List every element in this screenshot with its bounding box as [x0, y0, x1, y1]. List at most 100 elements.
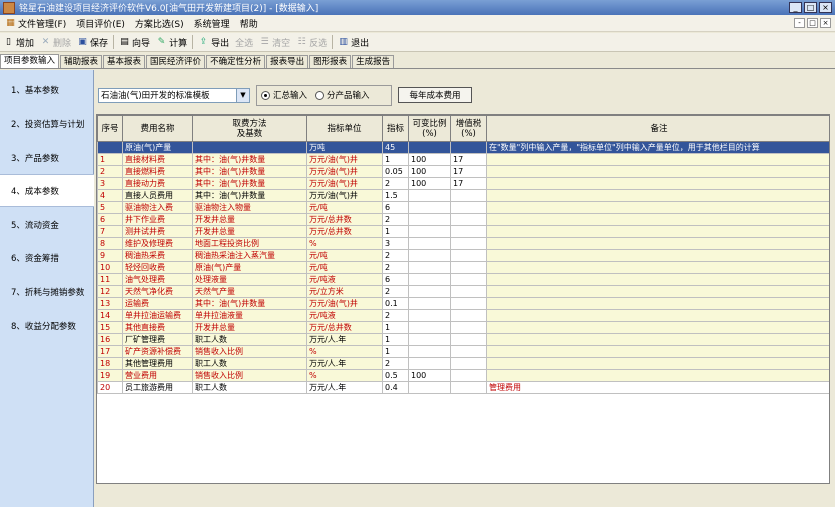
close-button[interactable]: ×	[819, 2, 832, 13]
value-cell[interactable]: 0.05	[382, 165, 409, 178]
unit-cell[interactable]: %	[306, 369, 383, 382]
value-cell[interactable]: 2	[382, 249, 409, 262]
variable-cell[interactable]: 100	[408, 153, 451, 166]
variable-cell[interactable]	[408, 213, 451, 226]
method-cell[interactable]: 职工人数	[192, 333, 307, 346]
production-row[interactable]: 原油(气)产量 万吨 45 在"数量"列中输入产量，"指标单位"列中输入产量单位，用于…	[97, 141, 829, 154]
method-cell[interactable]: 处理液量	[192, 273, 307, 286]
seq-cell[interactable]: 20	[97, 381, 123, 394]
vat-cell[interactable]	[450, 321, 487, 334]
name-cell[interactable]: 员工旅游费用	[122, 381, 193, 394]
remark-cell[interactable]	[486, 285, 829, 298]
remark-cell[interactable]: 在"数量"列中输入产量，"指标单位"列中输入产量单位，用于其他栏目的计算	[486, 141, 829, 154]
table-row[interactable]: 10 轻烃回收费 原油(气)产量 元/吨 2	[97, 261, 829, 274]
seq-cell[interactable]: 7	[97, 225, 123, 238]
value-cell[interactable]: 2	[382, 177, 409, 190]
vat-cell[interactable]: 17	[450, 153, 487, 166]
value-cell[interactable]: 2	[382, 309, 409, 322]
value-cell[interactable]: 6	[382, 273, 409, 286]
vat-cell[interactable]	[450, 141, 487, 154]
unit-cell[interactable]: 万元/油(气)井	[306, 177, 383, 190]
value-cell[interactable]: 0.4	[382, 381, 409, 394]
unit-cell[interactable]: 万元/总井数	[306, 213, 383, 226]
value-cell[interactable]: 1	[382, 333, 409, 346]
table-row[interactable]: 16 厂矿管理费 职工人数 万元/人.年 1	[97, 333, 829, 346]
unit-cell[interactable]: 万元/总井数	[306, 321, 383, 334]
table-row[interactable]: 20 员工旅游费用 职工人数 万元/人.年 0.4 管理费用	[97, 381, 829, 394]
remark-cell[interactable]	[486, 321, 829, 334]
value-cell[interactable]: 6	[382, 201, 409, 214]
method-cell[interactable]: 天然气产量	[192, 285, 307, 298]
minimize-button[interactable]: _	[789, 2, 802, 13]
name-cell[interactable]: 直接动力费	[122, 177, 193, 190]
value-cell[interactable]: 0.5	[382, 369, 409, 382]
menu-system[interactable]: 系统管理	[189, 17, 235, 30]
vat-cell[interactable]	[450, 333, 487, 346]
radio-summary-input[interactable]: 汇总输入	[261, 89, 307, 101]
tab-aux-reports[interactable]: 辅助报表	[60, 55, 103, 68]
value-cell[interactable]: 1	[382, 225, 409, 238]
name-cell[interactable]: 单井拉油运输费	[122, 309, 193, 322]
table-row[interactable]: 14 单井拉油运输费 单井拉油液量 元/吨液 2	[97, 309, 829, 322]
table-row[interactable]: 12 天然气净化费 天然气产量 元/立方米 2	[97, 285, 829, 298]
method-cell[interactable]: 其中：油(气)井数量	[192, 177, 307, 190]
name-cell[interactable]: 天然气净化费	[122, 285, 193, 298]
vat-cell[interactable]: 17	[450, 165, 487, 178]
remark-cell[interactable]	[486, 345, 829, 358]
unit-cell[interactable]: %	[306, 237, 383, 250]
name-cell[interactable]: 矿产资源补偿费	[122, 345, 193, 358]
variable-cell[interactable]	[408, 261, 451, 274]
vat-cell[interactable]	[450, 357, 487, 370]
chevron-down-icon[interactable]: ▼	[236, 88, 249, 102]
tab-generate-report[interactable]: 生成报告	[352, 55, 395, 68]
table-row[interactable]: 18 其他管理费用 职工人数 万元/人.年 2	[97, 357, 829, 370]
variable-cell[interactable]: 100	[408, 165, 451, 178]
unit-cell[interactable]: 元/吨	[306, 261, 383, 274]
method-cell[interactable]: 稠油热采油注入蒸汽量	[192, 249, 307, 262]
table-row[interactable]: 17 矿产资源补偿费 销售收入比例% 1	[97, 345, 829, 358]
table-row[interactable]: 15 其他直接费 开发井总量 万元/总井数 1	[97, 321, 829, 334]
method-cell[interactable]: 其中：油(气)井数量	[192, 297, 307, 310]
remark-cell[interactable]: 管理费用	[486, 381, 829, 394]
seq-cell[interactable]: 18	[97, 357, 123, 370]
method-cell[interactable]: 职工人数	[192, 357, 307, 370]
name-cell[interactable]: 驱油物注入费	[122, 201, 193, 214]
vat-cell[interactable]	[450, 309, 487, 322]
method-cell[interactable]: 开发井总量	[192, 213, 307, 226]
unit-cell[interactable]: 万元/油(气)井	[306, 189, 383, 202]
seq-cell[interactable]: 11	[97, 273, 123, 286]
table-row[interactable]: 19 营业费用 销售收入比例% 0.5 100	[97, 369, 829, 382]
vat-cell[interactable]	[450, 369, 487, 382]
seq-cell[interactable]: 6	[97, 213, 123, 226]
table-row[interactable]: 8 维护及修理费 地面工程投资比例% 3	[97, 237, 829, 250]
value-cell[interactable]: 1	[382, 321, 409, 334]
seq-cell[interactable]: 2	[97, 165, 123, 178]
remark-cell[interactable]	[486, 261, 829, 274]
name-cell[interactable]: 其他管理费用	[122, 357, 193, 370]
seq-cell[interactable]: 1	[97, 153, 123, 166]
remark-cell[interactable]	[486, 357, 829, 370]
vat-cell[interactable]	[450, 237, 487, 250]
remark-cell[interactable]	[486, 309, 829, 322]
method-cell[interactable]: 开发井总量	[192, 225, 307, 238]
name-cell[interactable]: 运输费	[122, 297, 193, 310]
vat-cell[interactable]	[450, 273, 487, 286]
remark-cell[interactable]	[486, 177, 829, 190]
name-cell[interactable]: 维护及修理费	[122, 237, 193, 250]
variable-cell[interactable]	[408, 189, 451, 202]
unit-cell[interactable]: 元/立方米	[306, 285, 383, 298]
vat-cell[interactable]: 17	[450, 177, 487, 190]
unit-cell[interactable]: 万吨	[306, 141, 383, 154]
value-cell[interactable]: 2	[382, 357, 409, 370]
name-cell[interactable]: 轻烃回收费	[122, 261, 193, 274]
table-row[interactable]: 7 测井试井费 开发井总量 万元/总井数 1	[97, 225, 829, 238]
method-cell[interactable]: 开发井总量	[192, 321, 307, 334]
unit-cell[interactable]: 元/吨液	[306, 273, 383, 286]
calc-button[interactable]: ✎ 计算	[153, 34, 190, 51]
method-cell[interactable]: 单井拉油液量	[192, 309, 307, 322]
unit-cell[interactable]: %	[306, 345, 383, 358]
variable-cell[interactable]	[408, 333, 451, 346]
nav-working-capital[interactable]: 5、流动资金	[0, 208, 94, 241]
variable-cell[interactable]	[408, 237, 451, 250]
value-cell[interactable]: 1.5	[382, 189, 409, 202]
